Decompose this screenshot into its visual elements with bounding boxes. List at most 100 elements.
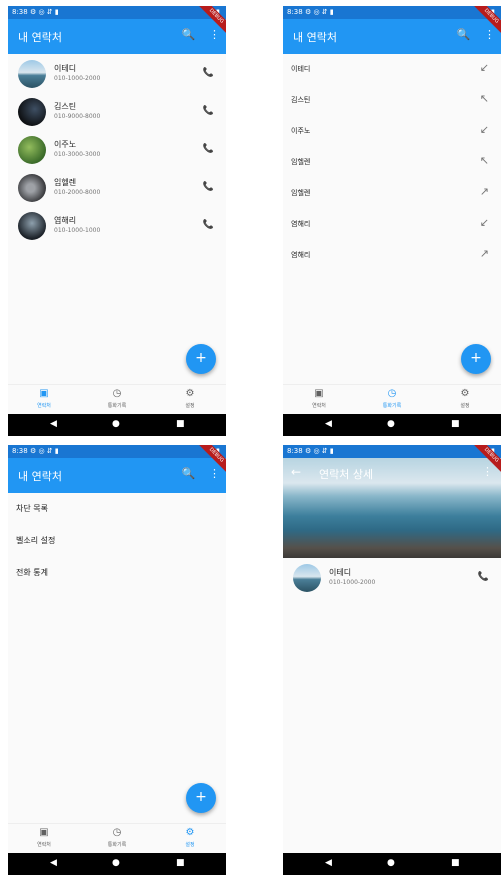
status-icons: ⚙ ◎ ⇵ ▮ (29, 447, 59, 455)
nav-history[interactable]: ◷ 통화기록 (356, 387, 428, 409)
app-title: 내 연락처 (18, 470, 62, 483)
avatar (18, 212, 46, 240)
home-icon[interactable]: ● (387, 419, 395, 430)
app-bar: 내 연락처 🔍 ⋮ (8, 19, 226, 54)
contacts-icon: ▣ (314, 388, 324, 399)
contact-row[interactable]: 이테디 010-1000-2000 📞 (8, 56, 226, 94)
home-icon[interactable]: ● (112, 858, 120, 869)
more-vert-icon[interactable]: ⋮ (209, 28, 220, 41)
settings-label: 차단 목록 (16, 504, 48, 513)
contacts-screen: 8:38 ⚙ ◎ ⇵ ▮ ▾◢▮ 내 연락처 🔍 ⋮ DEBUG 이테디 010… (8, 6, 226, 436)
history-row[interactable]: 이테디 ↙ (283, 54, 501, 85)
nav-label: 설정 (460, 403, 470, 409)
history-row[interactable]: 임헬렌 ↗ (283, 178, 501, 209)
search-icon[interactable]: 🔍 (182, 28, 196, 41)
settings-item-call-stats[interactable]: 전화 통계 (8, 557, 226, 589)
add-contact-fab[interactable]: + (186, 344, 216, 374)
phone-icon[interactable]: 📞 (203, 220, 214, 230)
more-vert-icon[interactable]: ⋮ (484, 28, 495, 41)
nav-label: 통화기록 (382, 403, 402, 409)
back-icon[interactable]: ◀ (50, 419, 57, 430)
back-icon[interactable]: ◀ (50, 858, 57, 869)
contact-name: 이테디 (54, 64, 77, 73)
more-vert-icon[interactable]: ⋮ (482, 465, 493, 478)
more-vert-icon[interactable]: ⋮ (209, 467, 220, 480)
nav-contacts[interactable]: ▣ 연락처 (8, 387, 80, 409)
settings-item-block-list[interactable]: 차단 목록 (8, 493, 226, 525)
nav-label: 연락처 (37, 403, 51, 409)
recent-apps-icon[interactable]: ■ (451, 858, 460, 869)
app-title: 내 연락처 (293, 31, 337, 44)
avatar (18, 98, 46, 126)
history-name: 염해리 (291, 220, 311, 228)
bottom-nav: ▣ 연락처 ◷ 통화기록 ⚙ 설정 (8, 384, 226, 414)
history-row[interactable]: 염해리 ↙ (283, 209, 501, 240)
contact-row[interactable]: 이주노 010-3000-3000 📞 (8, 132, 226, 170)
avatar (18, 136, 46, 164)
phone-icon[interactable]: 📞 (203, 144, 214, 154)
status-time: 8:38 (12, 8, 28, 16)
contact-row[interactable]: 이테디 010-1000-2000 📞 (283, 560, 501, 598)
contact-row[interactable]: 염해리 010-1000-1000 📞 (8, 208, 226, 246)
system-nav-bar: ◀ ● ■ (8, 853, 226, 875)
phone-icon[interactable]: 📞 (203, 106, 214, 116)
add-contact-fab[interactable]: + (186, 783, 216, 813)
contact-row[interactable]: 김스틴 010-9000-8000 📞 (8, 94, 226, 132)
settings-label: 벨소리 설정 (16, 536, 56, 545)
back-arrow-icon[interactable]: ← (291, 465, 301, 479)
status-bar: 8:38 ⚙ ◎ ⇵ ▮ ▾◢▮ (283, 445, 501, 458)
phone-icon[interactable]: 📞 (203, 68, 214, 78)
contact-detail-screen: 8:38 ⚙ ◎ ⇵ ▮ ▾◢▮ ← 연락처 상세 ⋮ DEBUG 이테디 01… (283, 445, 501, 875)
call-received-icon: ↙ (479, 216, 489, 229)
call-made-icon: ↗ (479, 185, 489, 198)
nav-history[interactable]: ◷ 통화기록 (81, 387, 153, 409)
call-received-icon: ↙ (479, 123, 489, 136)
call-received-icon: ↙ (479, 61, 489, 74)
history-row[interactable]: 염해리 ↗ (283, 240, 501, 271)
search-icon[interactable]: 🔍 (182, 467, 196, 480)
home-icon[interactable]: ● (387, 858, 395, 869)
contact-name: 염해리 (54, 216, 77, 225)
status-time: 8:38 (287, 8, 303, 16)
add-contact-fab[interactable]: + (461, 344, 491, 374)
history-row[interactable]: 임헬렌 ↖ (283, 147, 501, 178)
contacts-icon: ▣ (39, 827, 49, 838)
phone-icon[interactable]: 📞 (478, 572, 489, 582)
contact-phone: 010-1000-1000 (54, 227, 101, 234)
back-icon[interactable]: ◀ (325, 858, 332, 869)
history-row[interactable]: 김스틴 ↖ (283, 85, 501, 116)
app-bar: 내 연락처 🔍 ⋮ (8, 458, 226, 493)
settings-item-ringtone[interactable]: 벨소리 설정 (8, 525, 226, 557)
phone-icon[interactable]: 📞 (203, 182, 214, 192)
nav-settings[interactable]: ⚙ 설정 (154, 387, 226, 409)
history-row[interactable]: 이주노 ↙ (283, 116, 501, 147)
contact-phone: 010-1000-2000 (329, 579, 376, 586)
recent-apps-icon[interactable]: ■ (176, 858, 185, 869)
nav-label: 통화기록 (107, 842, 127, 848)
contact-name: 김스틴 (54, 102, 77, 111)
recent-apps-icon[interactable]: ■ (451, 419, 460, 430)
search-icon[interactable]: 🔍 (457, 28, 471, 41)
nav-settings[interactable]: ⚙ 설정 (429, 387, 501, 409)
avatar (293, 564, 321, 592)
contact-phone: 010-9000-8000 (54, 113, 101, 120)
status-bar: 8:38 ⚙ ◎ ⇵ ▮ ▾◢▮ (8, 445, 226, 458)
call-history-screen: 8:38 ⚙ ◎ ⇵ ▮ ▾◢▮ 내 연락처 🔍 ⋮ DEBUG 이테디 ↙ 김… (283, 6, 501, 436)
system-nav-bar: ◀ ● ■ (283, 414, 501, 436)
contact-name: 이주노 (54, 140, 77, 149)
nav-settings[interactable]: ⚙ 설정 (154, 826, 226, 848)
recent-apps-icon[interactable]: ■ (176, 419, 185, 430)
app-title: 내 연락처 (18, 31, 62, 44)
nav-contacts[interactable]: ▣ 연락처 (8, 826, 80, 848)
contact-row[interactable]: 임헬렌 010-2000-8000 📞 (8, 170, 226, 208)
nav-history[interactable]: ◷ 통화기록 (81, 826, 153, 848)
status-time: 8:38 (287, 447, 303, 455)
home-icon[interactable]: ● (112, 419, 120, 430)
bottom-nav: ▣ 연락처 ◷ 통화기록 ⚙ 설정 (8, 823, 226, 853)
contacts-icon: ▣ (39, 388, 49, 399)
nav-label: 설정 (185, 842, 195, 848)
call-missed-icon: ↖ (479, 154, 489, 167)
gear-icon: ⚙ (185, 827, 195, 838)
nav-contacts[interactable]: ▣ 연락처 (283, 387, 355, 409)
back-icon[interactable]: ◀ (325, 419, 332, 430)
